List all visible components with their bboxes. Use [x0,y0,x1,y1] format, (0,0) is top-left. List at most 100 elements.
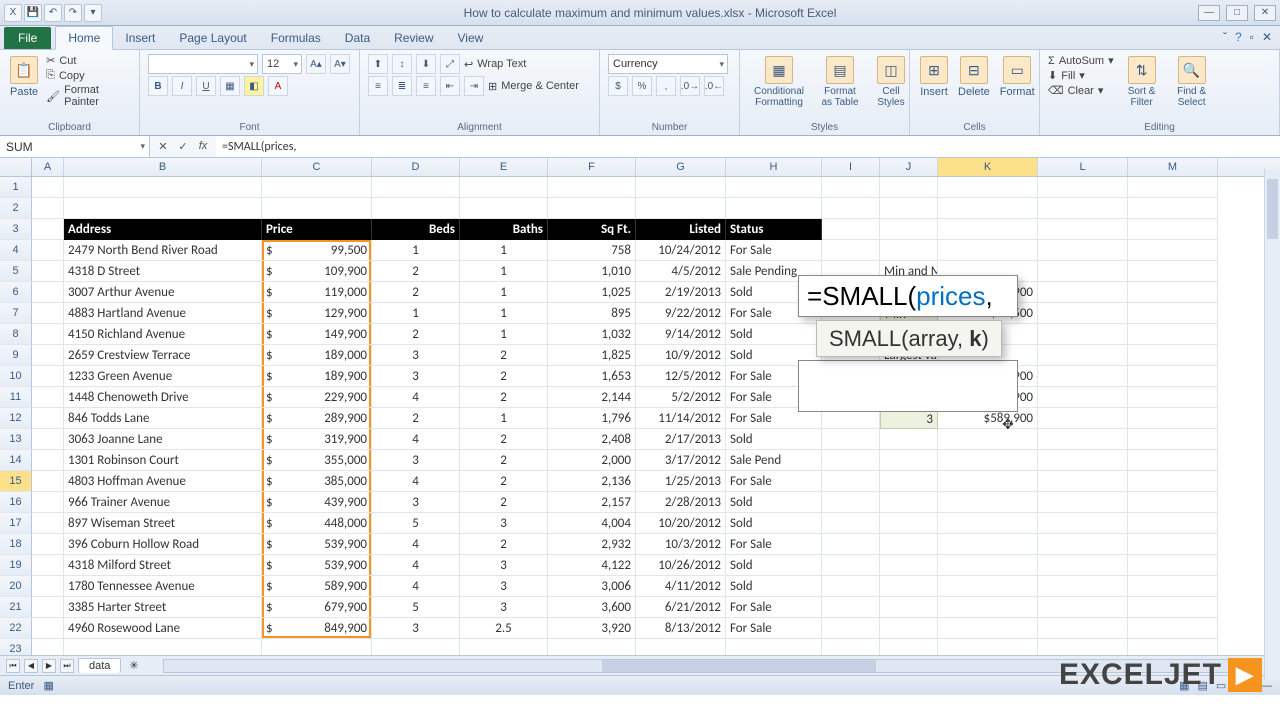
macro-record-icon[interactable]: ▦ [43,680,53,692]
cell[interactable]: 2 [372,261,460,282]
increase-decimal-icon[interactable]: .0→ [680,76,700,96]
cell[interactable]: 3 [372,450,460,471]
cell[interactable] [1038,303,1128,324]
excel-icon[interactable]: X [4,4,22,22]
cell[interactable] [32,408,64,429]
cell[interactable] [1038,555,1128,576]
cell[interactable] [1038,198,1128,219]
cell[interactable]: 4/5/2012 [636,261,726,282]
cell[interactable]: 2/19/2013 [636,282,726,303]
format-as-table-button[interactable]: ▤Format as Table [816,54,864,110]
cell[interactable]: 3 [372,618,460,639]
cell[interactable] [1038,177,1128,198]
sheet-nav-prev[interactable]: ◀ [24,659,38,673]
cell[interactable] [32,324,64,345]
cell[interactable]: 2,157 [548,492,636,513]
cell[interactable]: 3 [460,555,548,576]
cell[interactable]: 229,900 [262,387,372,408]
cell[interactable]: For Sale [726,597,822,618]
cell[interactable]: 448,000 [262,513,372,534]
tab-view[interactable]: View [446,27,496,49]
cell[interactable] [1128,618,1218,639]
cell[interactable]: 758 [548,240,636,261]
column-header-I[interactable]: I [822,158,880,176]
column-header-H[interactable]: H [726,158,822,176]
cell[interactable]: 895 [548,303,636,324]
column-header-J[interactable]: J [880,158,938,176]
cell[interactable]: 2,408 [548,429,636,450]
cell[interactable]: 2/17/2013 [636,429,726,450]
cell[interactable] [1128,639,1218,655]
cell[interactable]: 1233 Green Avenue [64,366,262,387]
row-header[interactable]: 16 [0,492,32,513]
cell[interactable] [822,198,880,219]
column-header-G[interactable]: G [636,158,726,176]
cell[interactable] [1128,408,1218,429]
cell[interactable]: 1780 Tennessee Avenue [64,576,262,597]
cell[interactable]: Status [726,219,822,240]
cell[interactable] [262,639,372,655]
cell[interactable]: 11/14/2012 [636,408,726,429]
row-header[interactable]: 2 [0,198,32,219]
cell[interactable]: 189,000 [262,345,372,366]
cell[interactable]: 5 [372,513,460,534]
cell[interactable]: 10/3/2012 [636,534,726,555]
decrease-indent-icon[interactable]: ⇤ [440,76,460,96]
row-header[interactable]: 3 [0,219,32,240]
cell[interactable] [938,240,1038,261]
comma-format-icon[interactable]: , [656,76,676,96]
cell[interactable] [32,492,64,513]
cell[interactable]: 1/25/2013 [636,471,726,492]
cell[interactable]: For Sale [726,618,822,639]
cell[interactable] [1038,639,1128,655]
cell[interactable] [1128,177,1218,198]
cell[interactable]: Sold [726,555,822,576]
cell[interactable]: Sold [726,513,822,534]
fx-icon[interactable]: fx [194,140,212,153]
row-header[interactable]: 4 [0,240,32,261]
cell[interactable] [1128,513,1218,534]
fill-button[interactable]: ⬇ Fill ▾ [1048,69,1114,82]
cell[interactable]: 109,900 [262,261,372,282]
cell[interactable] [636,198,726,219]
cell[interactable] [1038,324,1128,345]
cell[interactable] [262,177,372,198]
ribbon-minimize-icon[interactable]: ˇ [1223,30,1227,44]
cell[interactable]: 396 Coburn Hollow Road [64,534,262,555]
cell[interactable]: 439,900 [262,492,372,513]
cell[interactable]: 2 [460,366,548,387]
cell[interactable] [1128,492,1218,513]
sheet-nav-first[interactable]: ⏮ [6,659,20,673]
row-header[interactable]: 6 [0,282,32,303]
cell[interactable]: 897 Wiseman Street [64,513,262,534]
cell[interactable] [372,639,460,655]
cancel-formula-icon[interactable]: ✕ [154,140,172,153]
cell[interactable]: 4/11/2012 [636,576,726,597]
cell[interactable] [880,198,938,219]
cell[interactable] [880,618,938,639]
cell[interactable] [1038,282,1128,303]
cell[interactable]: 679,900 [262,597,372,618]
tab-home[interactable]: Home [55,26,113,50]
cell[interactable] [32,240,64,261]
row-header[interactable]: 20 [0,576,32,597]
cell[interactable]: 3007 Arthur Avenue [64,282,262,303]
increase-indent-icon[interactable]: ⇥ [464,76,484,96]
cell[interactable] [1038,219,1128,240]
cell[interactable]: 4 [372,555,460,576]
cell[interactable]: 4 [372,534,460,555]
cell[interactable]: 539,900 [262,534,372,555]
cell-styles-button[interactable]: ◫Cell Styles [870,54,912,110]
cell[interactable]: 9/22/2012 [636,303,726,324]
cell[interactable] [32,177,64,198]
row-header[interactable]: 19 [0,555,32,576]
cell[interactable] [1038,366,1128,387]
font-family-dropdown[interactable] [148,54,258,74]
cell[interactable] [938,450,1038,471]
row-header[interactable]: 21 [0,597,32,618]
cell[interactable] [372,177,460,198]
align-middle-icon[interactable]: ↕ [392,54,412,74]
cell[interactable] [262,198,372,219]
tab-data[interactable]: Data [333,27,382,49]
cell[interactable] [1038,240,1128,261]
